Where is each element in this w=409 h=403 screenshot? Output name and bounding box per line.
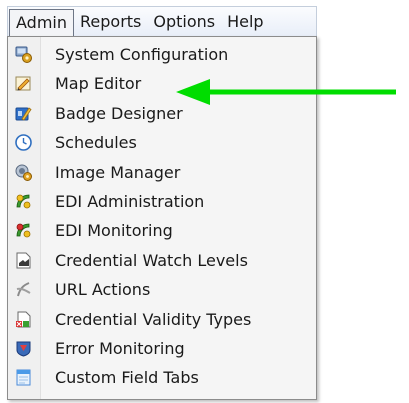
menu-item-edi-administration[interactable]: EDI Administration (8, 187, 316, 216)
edi-monitoring-icon (14, 221, 33, 240)
menu-item-label: URL Actions (55, 280, 151, 300)
menu-item-label: Credential Watch Levels (55, 250, 248, 270)
menu-item-label: Schedules (55, 133, 137, 153)
menu-item-label: System Configuration (55, 45, 229, 64)
menu-reports[interactable]: Reports (74, 9, 147, 35)
menu-item-credential-validity-types[interactable]: Credential Validity Types (8, 305, 316, 334)
menu-item-system-configuration[interactable]: System Configuration (8, 40, 316, 69)
credential-validity-icon (14, 310, 33, 329)
menu-options[interactable]: Options (147, 9, 221, 35)
credential-watch-icon (14, 251, 33, 270)
screenshot-stage: Admin Reports Options Help System Config… (0, 0, 409, 403)
clock-icon (14, 133, 33, 152)
image-manager-icon (14, 163, 33, 182)
custom-field-tabs-icon (14, 368, 33, 387)
edi-administration-icon (14, 192, 33, 211)
menu-item-custom-field-tabs[interactable]: Custom Field Tabs (8, 363, 316, 392)
menu-help[interactable]: Help (221, 9, 269, 35)
annotation-arrow (176, 78, 398, 106)
menu-item-credential-watch-levels[interactable]: Credential Watch Levels (8, 246, 316, 275)
map-editor-icon (14, 74, 33, 93)
menu-item-schedules[interactable]: Schedules (8, 128, 316, 157)
menu-item-image-manager[interactable]: Image Manager (8, 158, 316, 187)
error-monitoring-icon (14, 339, 33, 358)
menu-item-label: Badge Designer (55, 103, 183, 123)
menu-bar: Admin Reports Options Help (7, 6, 317, 37)
badge-designer-icon (14, 104, 33, 123)
menu-item-label: EDI Administration (55, 191, 205, 211)
menu-admin[interactable]: Admin (9, 8, 74, 37)
system-configuration-icon (14, 45, 33, 64)
menu-item-url-actions[interactable]: URL Actions (8, 275, 316, 304)
menu-item-edi-monitoring[interactable]: EDI Monitoring (8, 216, 316, 245)
menu-item-error-monitoring[interactable]: Error Monitoring (8, 334, 316, 363)
menu-item-label: EDI Monitoring (55, 221, 173, 241)
menu-item-label: Error Monitoring (55, 338, 185, 358)
url-actions-icon (14, 280, 33, 299)
menu-item-label: Map Editor (55, 74, 142, 94)
menu-item-label: Image Manager (55, 162, 181, 182)
menu-item-label: Credential Validity Types (55, 309, 252, 329)
menu-item-label: Custom Field Tabs (55, 368, 199, 388)
